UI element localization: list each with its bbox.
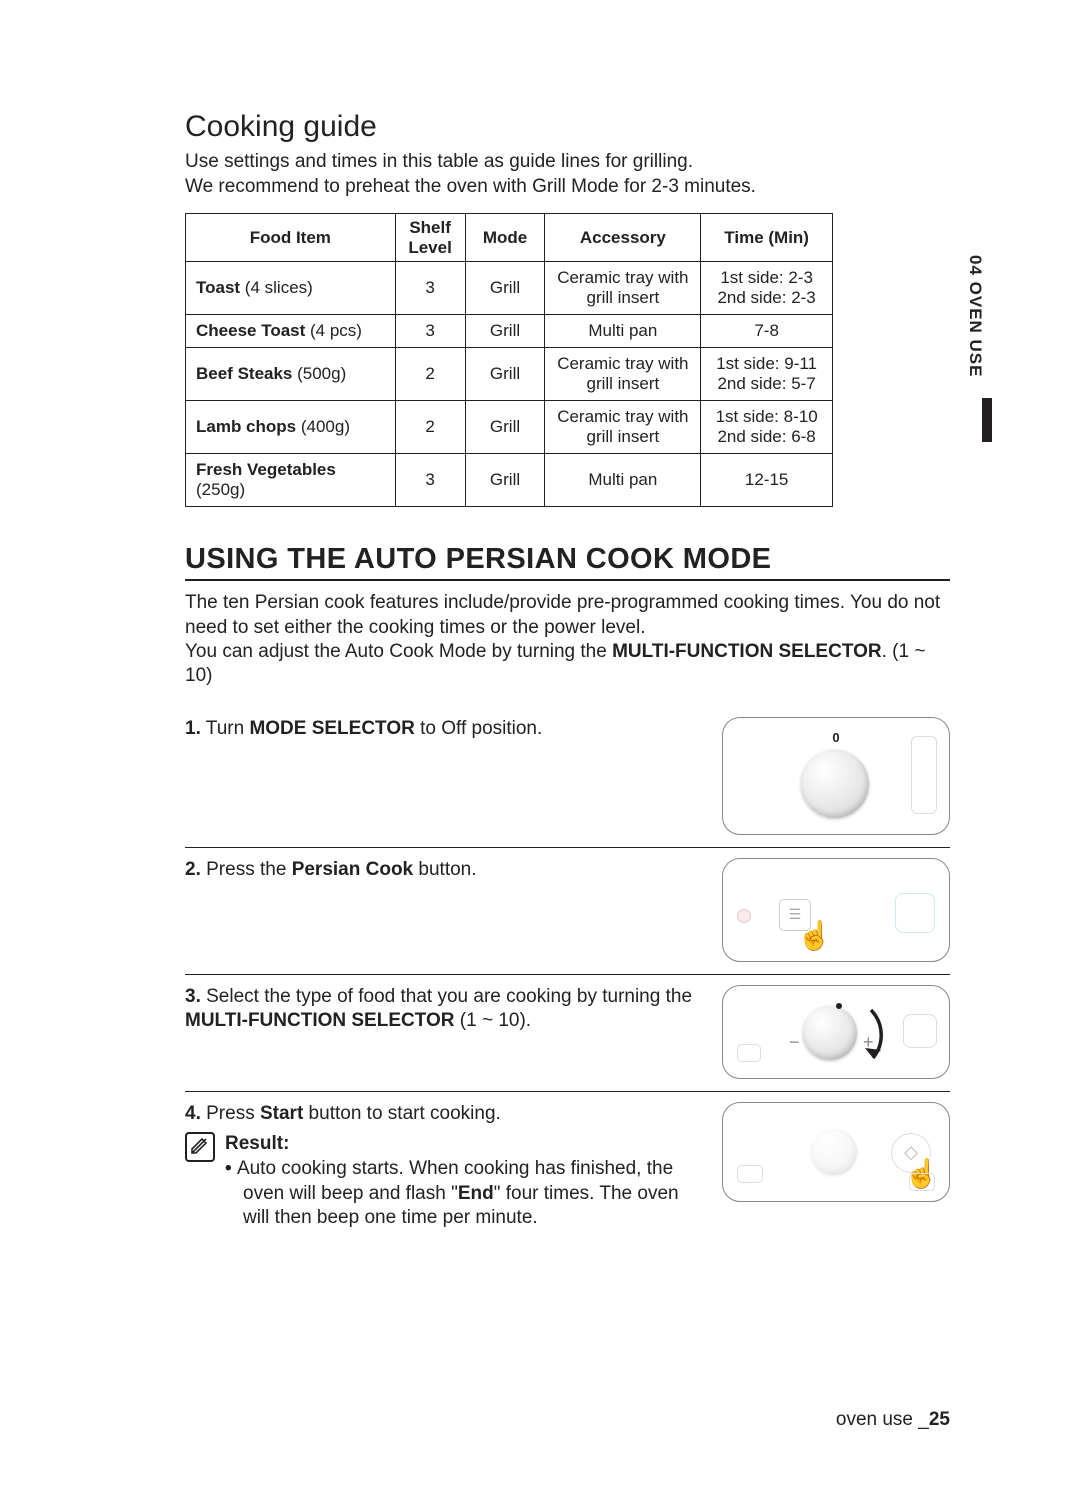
table-row: Fresh Vegetables (250g)3GrillMulti pan12… bbox=[186, 454, 833, 507]
mode-selector-label: MODE SELECTOR bbox=[249, 718, 414, 739]
dial-zero-label: 0 bbox=[832, 730, 839, 745]
table-row: Beef Steaks (500g)2GrillCeramic tray wit… bbox=[186, 348, 833, 401]
table-row: Cheese Toast (4 pcs)3GrillMulti pan7-8 bbox=[186, 315, 833, 348]
step2-num: 2. bbox=[185, 859, 201, 880]
table-row: Lamb chops (400g)2GrillCeramic tray with… bbox=[186, 401, 833, 454]
step1-panel-illustration: 0 bbox=[722, 717, 950, 835]
auto-persian-heading: USING THE AUTO PERSIAN COOK MODE bbox=[185, 543, 950, 581]
persian-cook-label: Persian Cook bbox=[292, 859, 413, 880]
col-accessory: Accessory bbox=[545, 214, 701, 262]
step-2: 2. Press the Persian Cook button. ☰ ☝ bbox=[185, 848, 950, 975]
section-side-tab: 04 OVEN USE bbox=[965, 255, 985, 378]
side-thumb-indicator bbox=[982, 398, 992, 442]
auto-persian-intro: The ten Persian cook features include/pr… bbox=[185, 591, 950, 688]
intro-line-1: Use settings and times in this table as … bbox=[185, 151, 693, 172]
result-bullet: Auto cooking starts. When cooking has fi… bbox=[225, 1157, 708, 1231]
footer-label: oven use _ bbox=[836, 1409, 929, 1430]
step-1: 1. Turn MODE SELECTOR to Off position. 0 bbox=[185, 707, 950, 848]
col-mode: Mode bbox=[465, 214, 545, 262]
auto-para2a: You can adjust the Auto Cook Mode by tur… bbox=[185, 641, 612, 662]
step4-panel-illustration: ◇ ☝ bbox=[722, 1102, 950, 1202]
page-footer: oven use _25 bbox=[836, 1409, 950, 1431]
dial-ghost-icon bbox=[811, 1129, 857, 1175]
mode-selector-dial-icon bbox=[801, 750, 869, 818]
step2-panel-illustration: ☰ ☝ bbox=[722, 858, 950, 962]
start-label: Start bbox=[260, 1103, 303, 1124]
auto-para2b: MULTI-FUNCTION SELECTOR bbox=[612, 641, 882, 662]
auto-para1: The ten Persian cook features include/pr… bbox=[185, 592, 940, 637]
grilling-guide-table: Food Item Shelf Level Mode Accessory Tim… bbox=[185, 213, 833, 507]
cooking-guide-heading: Cooking guide bbox=[185, 110, 950, 144]
step1-num: 1. bbox=[185, 718, 201, 739]
page-number: 25 bbox=[929, 1409, 950, 1430]
step3-num: 3. bbox=[185, 986, 201, 1007]
press-cursor-icon: ☝ bbox=[797, 919, 832, 952]
table-row: Toast (4 slices)3GrillCeramic tray with … bbox=[186, 262, 833, 315]
col-time: Time (Min) bbox=[701, 214, 833, 262]
result-label: Result: bbox=[225, 1132, 708, 1157]
step-3: 3. Select the type of food that you are … bbox=[185, 975, 950, 1092]
cooking-guide-intro: Use settings and times in this table as … bbox=[185, 150, 950, 199]
col-shelf: Shelf Level bbox=[395, 214, 465, 262]
step4-num: 4. bbox=[185, 1103, 201, 1124]
multi-function-selector-label: MULTI-FUNCTION SELECTOR bbox=[185, 1010, 455, 1031]
step-4: 4. Press Start button to start cooking. … bbox=[185, 1092, 950, 1243]
intro-line-2: We recommend to preheat the oven with Gr… bbox=[185, 176, 756, 197]
step3-panel-illustration: −+ bbox=[722, 985, 950, 1079]
col-food: Food Item bbox=[186, 214, 396, 262]
rotate-arrow-icon bbox=[783, 996, 903, 1074]
note-icon bbox=[185, 1132, 215, 1162]
